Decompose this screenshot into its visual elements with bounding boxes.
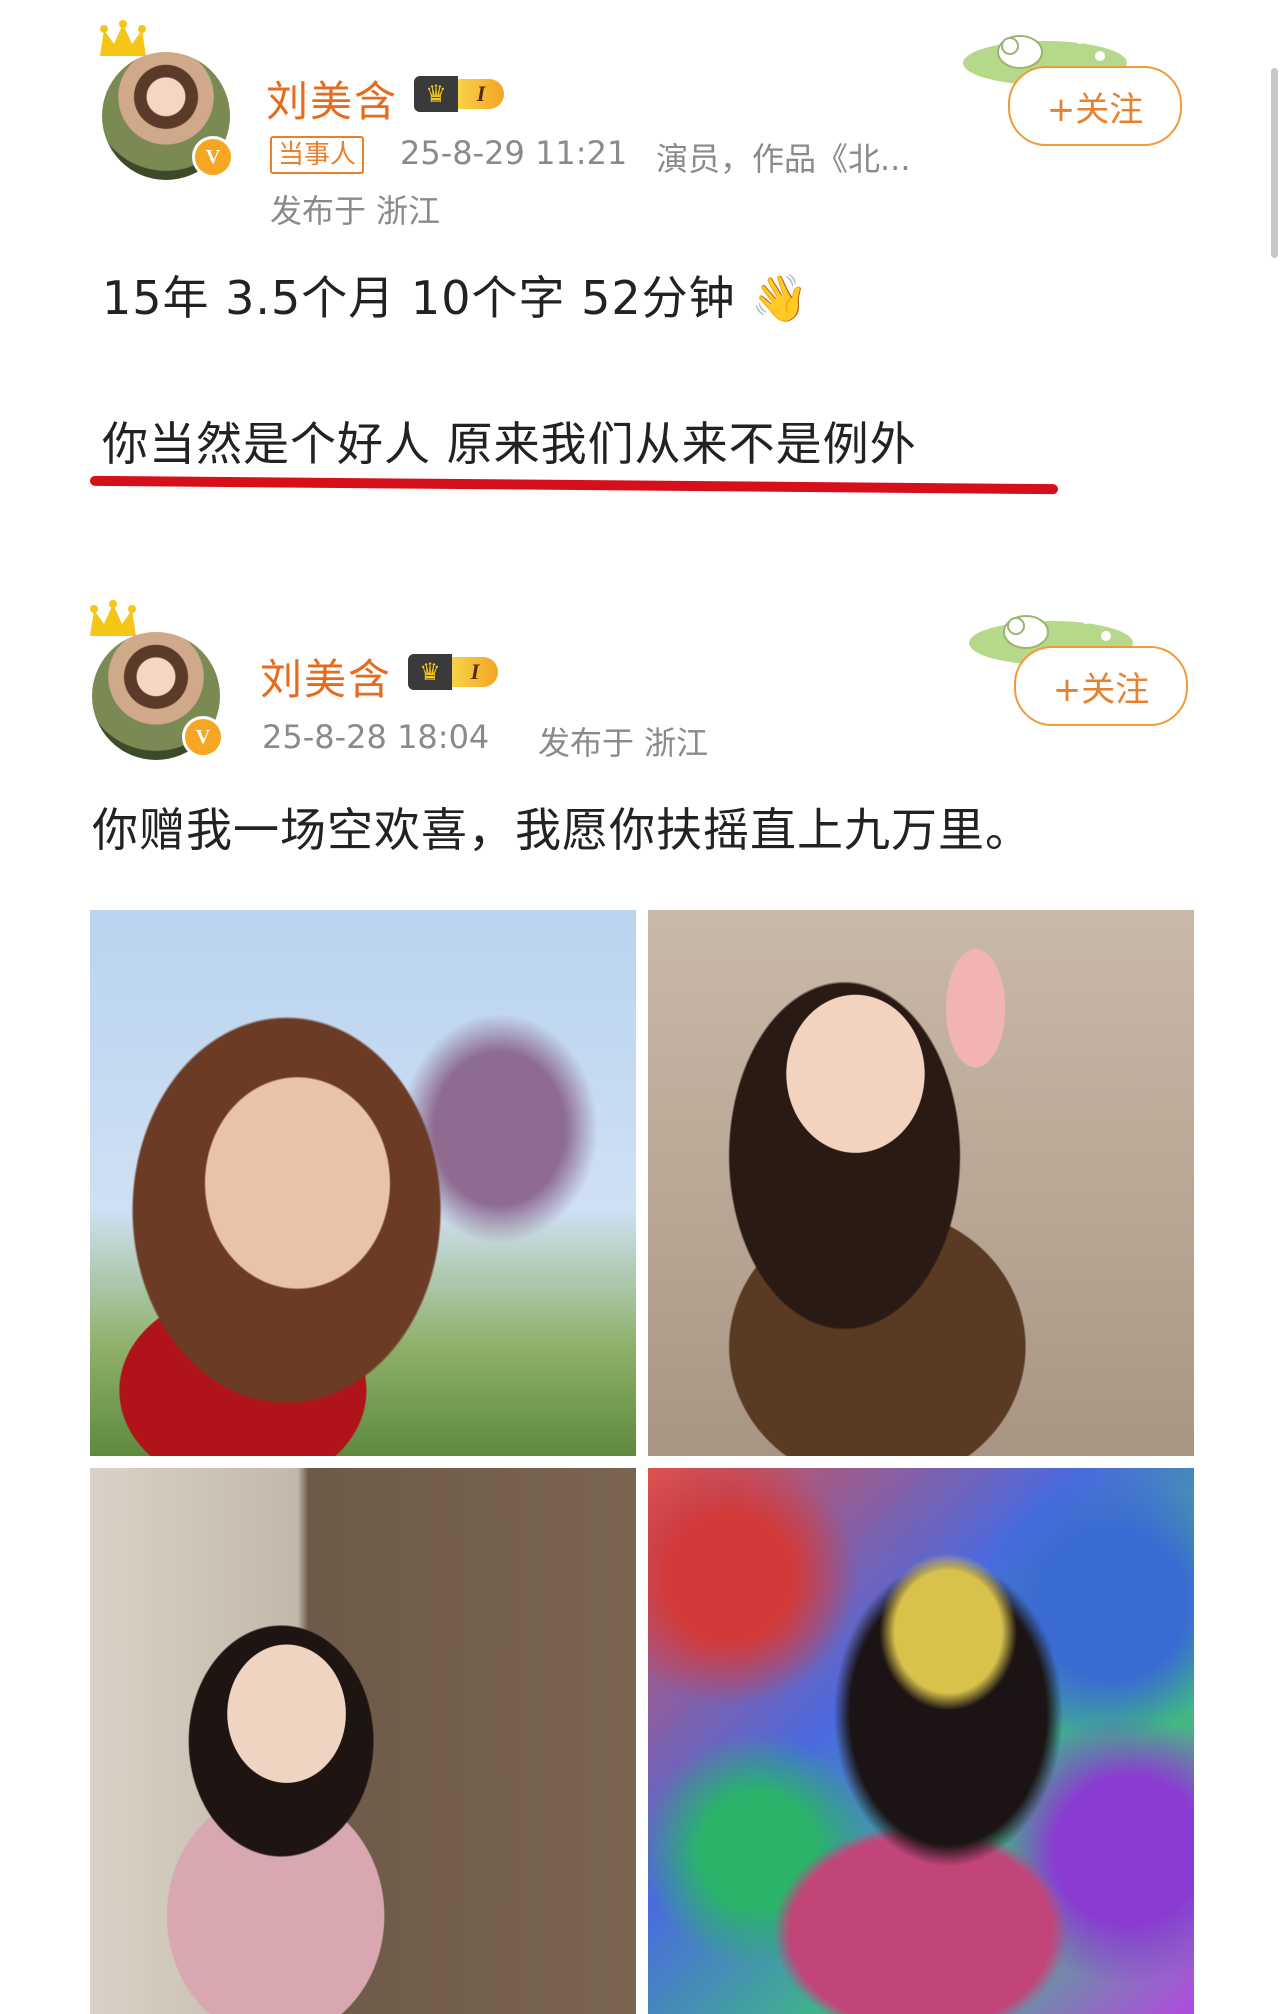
avatar[interactable]: V bbox=[90, 600, 224, 760]
crown-level-icon: ♛ bbox=[408, 654, 452, 690]
timestamp: 25-8-29 11:21 bbox=[400, 134, 628, 172]
level-badge: ♛ I bbox=[408, 654, 498, 690]
weibo-post-1: V 刘美含 ♛ I 当事人 25-8-29 11:21 演员，作品《北... 发… bbox=[0, 0, 1284, 530]
crown-icon bbox=[100, 20, 146, 56]
verified-v-icon: V bbox=[182, 716, 224, 758]
post-location: 发布于 浙江 bbox=[270, 192, 441, 230]
photo-4[interactable] bbox=[648, 1468, 1194, 2014]
level-number: I bbox=[452, 657, 498, 687]
post-location: 发布于 浙江 bbox=[538, 724, 709, 762]
photo-2[interactable] bbox=[648, 910, 1194, 1456]
red-underline-annotation bbox=[89, 475, 1059, 495]
follow-button[interactable]: +关注 bbox=[1008, 66, 1182, 146]
verified-v-icon: V bbox=[192, 136, 234, 178]
party-tag: 当事人 bbox=[270, 136, 365, 174]
photo-1[interactable] bbox=[90, 910, 636, 1456]
post-text-line-1: 15年 3.5个月 10个字 52分钟 👋 bbox=[102, 271, 810, 325]
user-bio: 演员，作品《北... bbox=[656, 140, 911, 178]
level-badge: ♛ I bbox=[414, 76, 504, 112]
follow-button[interactable]: +关注 bbox=[1014, 646, 1188, 726]
post-text: 你赠我一场空欢喜，我愿你扶摇直上九万里。 bbox=[92, 803, 1032, 857]
timestamp: 25-8-28 18:04 bbox=[262, 718, 490, 756]
crown-level-icon: ♛ bbox=[414, 76, 458, 112]
avatar[interactable]: V bbox=[100, 20, 234, 180]
post-text-line-2: 你当然是个好人 原来我们从来不是例外 bbox=[102, 417, 917, 471]
photo-3[interactable] bbox=[90, 1468, 636, 2014]
user-name[interactable]: 刘美含 bbox=[266, 68, 398, 129]
level-number: I bbox=[458, 79, 504, 109]
user-name[interactable]: 刘美含 bbox=[260, 646, 392, 707]
weibo-post-2: V 刘美含 ♛ I 25-8-28 18:04 发布于 浙江 +关注 你赠我一场… bbox=[0, 590, 1284, 2014]
crown-icon bbox=[90, 600, 136, 636]
